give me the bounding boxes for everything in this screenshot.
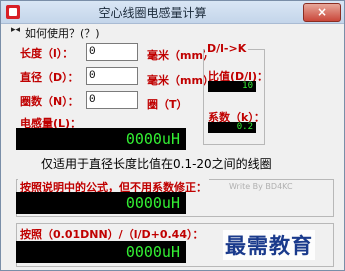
usage-note: 仅适用于直径长度比值在0.1-20之间的线圈	[41, 157, 272, 171]
length-input[interactable]: 0	[86, 43, 138, 61]
diameter-label: 直径（D）：	[20, 71, 79, 84]
ratio-group-title: D/l->K	[205, 42, 249, 55]
turns-input[interactable]: 0	[86, 91, 138, 109]
formula2-display: 0000uH	[16, 241, 186, 263]
author-credit: Write By BD4KC	[229, 182, 293, 191]
coef-display: 0.2	[208, 122, 256, 133]
app-window: 空心线圈电感量计算 × ▸◂ 如何使用？(？) 长度（l）： 0 毫米（mm） …	[0, 0, 345, 271]
inductance-display: 0000uH	[16, 128, 186, 150]
diameter-input[interactable]: 0	[86, 67, 138, 85]
menu-bar: ▸◂ 如何使用？(？)	[1, 24, 344, 40]
title-bar: 空心线圈电感量计算 ×	[1, 1, 344, 24]
length-label: 长度（l）：	[20, 47, 74, 60]
ratio-display: 10	[208, 81, 256, 92]
formula1-display: 0000uH	[16, 192, 186, 214]
window-title: 空心线圈电感量计算	[98, 6, 207, 20]
menu-arrow-icon: ▸◂	[11, 25, 21, 35]
turns-label: 圈数（N）：	[20, 95, 79, 108]
watermark-logo: 最需教育	[223, 230, 315, 260]
close-button[interactable]: ×	[303, 3, 341, 22]
formula2-label: 按照（0.01DNN）/（l/D+0.44）：	[18, 226, 206, 242]
turns-unit: 圈（T）	[147, 98, 188, 111]
menu-item-help[interactable]: 如何使用？(？)	[25, 25, 100, 41]
